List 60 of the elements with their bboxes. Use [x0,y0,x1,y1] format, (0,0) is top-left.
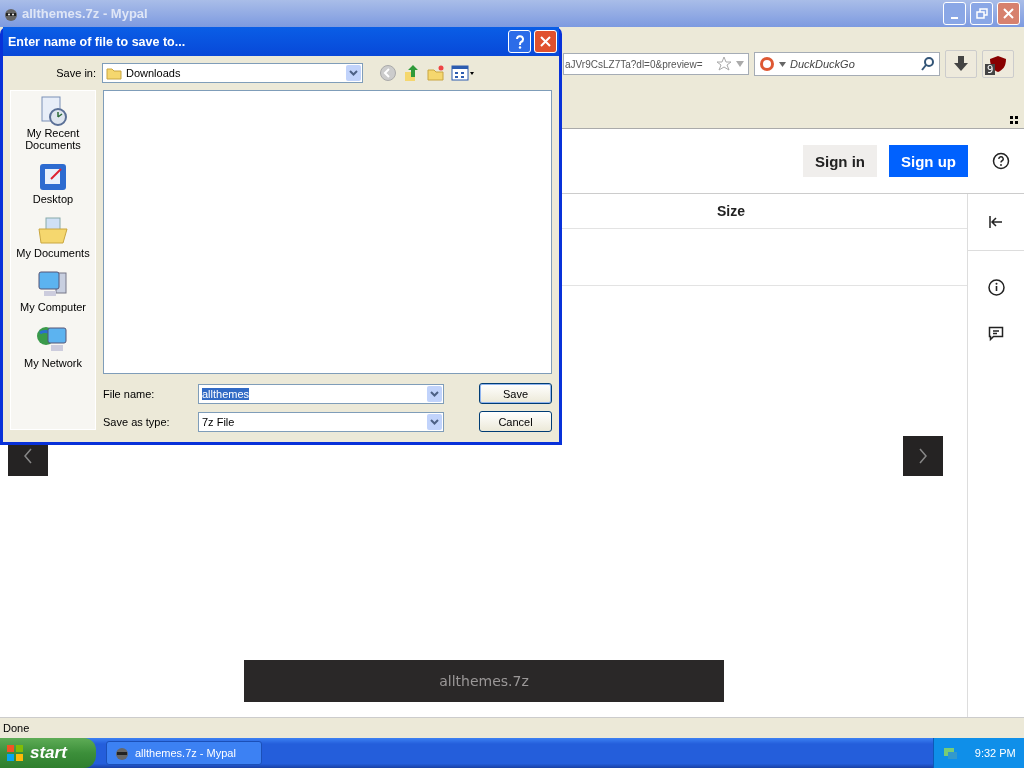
up-folder-icon[interactable] [403,64,421,82]
download-arrow-icon [954,56,968,72]
restore-button[interactable] [970,2,993,25]
save-in-dropdown[interactable]: Downloads [102,63,363,83]
address-field[interactable]: aJVr9CsLZ7Ta?dl=0&preview= [563,53,749,75]
caret-icon [430,390,439,397]
close-icon [540,36,551,47]
file-type-dropdown[interactable]: 7z File [198,411,444,432]
download-button[interactable] [945,50,977,78]
grip-icon [1010,116,1018,124]
chevron-right-icon [918,448,928,464]
place-item[interactable]: My Recent Documents [11,95,95,151]
collapse-icon[interactable] [988,214,1004,230]
help-button[interactable] [508,30,531,53]
sign-in-button[interactable]: Sign in [803,145,877,177]
search-field[interactable]: DuckDuckGo [754,52,940,76]
save-button[interactable]: Save [479,383,552,404]
minimize-icon [951,16,958,19]
close-icon [1003,8,1014,19]
minimize-button[interactable] [943,2,966,25]
sign-up-button[interactable]: Sign up [889,145,968,177]
window-title: allthemes.7z - Mypal [22,6,149,21]
save-as-type-label: Save as type: [103,415,171,428]
close-button[interactable] [534,30,557,53]
place-item[interactable]: My Network [11,323,95,369]
start-button[interactable]: start [0,738,96,768]
windows-flag-icon [6,744,24,762]
place-item[interactable]: My Documents [11,215,95,259]
back-icon[interactable] [379,64,397,82]
folder-icon [106,66,122,80]
save-in-label: Save in: [55,67,96,79]
place-item[interactable]: Desktop [11,161,95,205]
column-header: Size [716,203,745,219]
file-name-bar: allthemes.7z [244,660,724,702]
clock: 9:32 PM [974,747,1016,759]
file-name-field[interactable]: allthemes [198,383,444,404]
star-icon[interactable] [716,56,732,72]
restore-icon [975,7,988,20]
file-name-label: File name: [103,387,156,400]
view-menu-icon[interactable] [451,65,475,81]
shield-icon [989,55,1007,73]
new-folder-icon[interactable] [427,64,445,82]
taskbar-button[interactable]: allthemes.7z - Mypal [106,741,262,765]
chevron-left-icon [23,448,33,464]
info-icon[interactable] [987,279,1005,296]
dropdown-icon[interactable] [779,61,786,67]
search-icon[interactable] [921,57,935,71]
shield-button[interactable]: 9 [982,50,1014,78]
question-mark-icon [514,34,525,49]
folder-icon [37,215,69,247]
count-badge: 9 [985,64,996,75]
caret-icon [430,418,439,425]
comment-icon[interactable] [988,326,1004,342]
dialog-title: Enter name of file to save to... [8,34,187,49]
close-button[interactable] [997,2,1020,25]
desktop-icon [37,161,69,193]
help-icon[interactable] [992,152,1010,170]
cancel-button[interactable]: Cancel [479,411,552,432]
caret-icon [349,70,358,76]
place-item[interactable]: My Computer [11,269,95,313]
